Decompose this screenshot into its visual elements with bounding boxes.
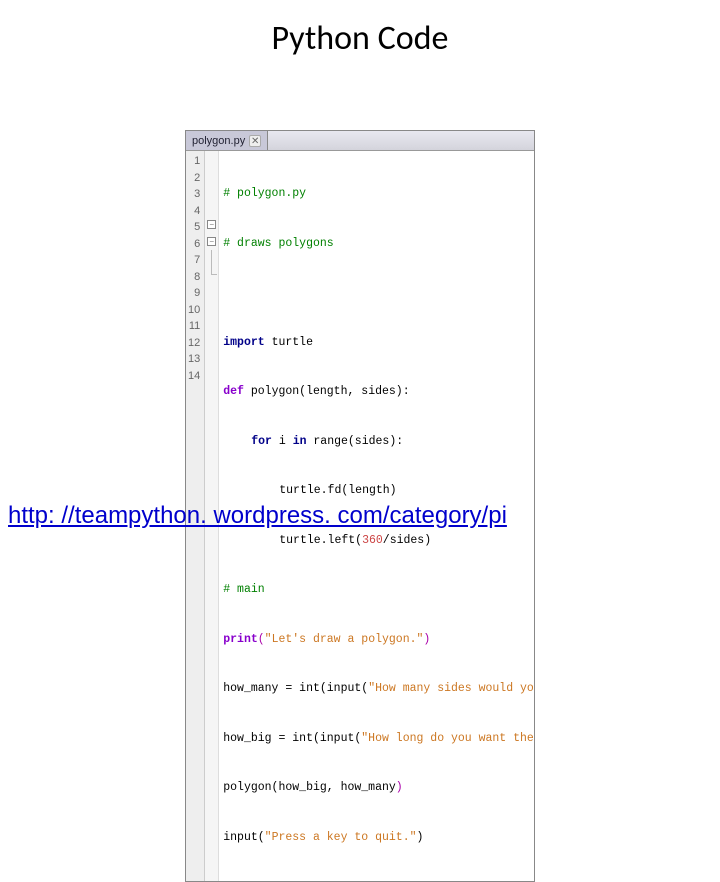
kw-in: in [293, 435, 307, 448]
code-text: polygon(length, sides): [244, 385, 410, 398]
paren: ) [396, 781, 403, 794]
code-text: range(sides): [307, 435, 404, 448]
fold-icon[interactable]: − [207, 220, 216, 229]
code-text: turtle.left( [279, 534, 362, 547]
code-text: i [272, 435, 293, 448]
code-blank [223, 285, 530, 302]
tab-bar: polygon.py ✕ [186, 131, 534, 151]
line-number: 2 [188, 170, 200, 187]
paren: ) [423, 633, 430, 646]
code-text: turtle.fd(length) [279, 484, 396, 497]
code-string: "Let's draw a polygon." [265, 633, 424, 646]
fold-icon[interactable]: − [207, 237, 216, 246]
line-number: 7 [188, 252, 200, 269]
paren: ( [258, 633, 265, 646]
code-string: "How many sides would you like?" [368, 682, 534, 695]
line-number: 5 [188, 219, 200, 236]
line-number: 12 [188, 335, 200, 352]
line-number: 8 [188, 269, 200, 286]
kw-print: print [223, 633, 258, 646]
line-number: 3 [188, 186, 200, 203]
line-number: 14 [188, 368, 200, 385]
line-number: 4 [188, 203, 200, 220]
code-string: "How long do you want the sides?" [361, 732, 534, 745]
file-tab[interactable]: polygon.py ✕ [186, 131, 268, 150]
kw-import: import [223, 336, 264, 349]
code-comment: # polygon.py [223, 187, 306, 200]
slide-title: Python Code [0, 18, 720, 59]
line-number: 10 [188, 302, 200, 319]
code-text: /sides) [383, 534, 431, 547]
code-text: how_many = int(input( [223, 682, 368, 695]
code-comment: # main [223, 583, 264, 596]
code-text: how_big = int(input( [223, 732, 361, 745]
code-string: "Press a key to quit." [265, 831, 417, 844]
line-number: 13 [188, 351, 200, 368]
code-number: 360 [362, 534, 383, 547]
code-text: input( [223, 831, 264, 844]
kw-def: def [223, 385, 244, 398]
line-number: 1 [188, 153, 200, 170]
source-link[interactable]: http: //teampython. wordpress. com/categ… [8, 502, 507, 530]
code-text: polygon(how_big, how_many [223, 781, 396, 794]
line-number: 11 [188, 318, 200, 335]
code-comment: # draws polygons [223, 237, 333, 250]
close-icon[interactable]: ✕ [249, 135, 261, 147]
kw-for: for [251, 435, 272, 448]
code-text: ) [417, 831, 424, 844]
line-number: 6 [188, 236, 200, 253]
tab-filename: polygon.py [192, 135, 245, 147]
code-text: turtle [265, 336, 313, 349]
line-number: 9 [188, 285, 200, 302]
